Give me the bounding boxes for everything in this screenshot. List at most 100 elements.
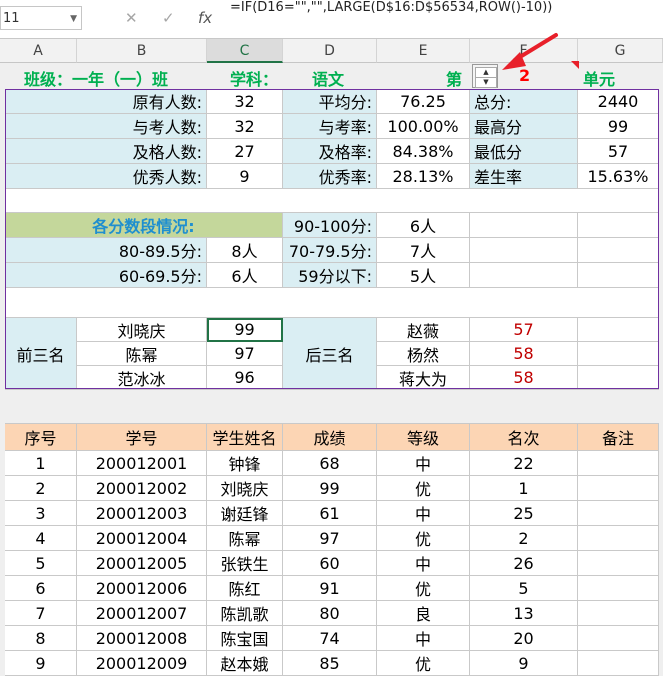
column-header-g[interactable]: G (578, 39, 663, 63)
table-cell-remark[interactable] (578, 576, 659, 601)
table-cell-remark[interactable] (578, 626, 659, 651)
blank-row[interactable] (5, 189, 659, 213)
table-cell-student-name[interactable]: 陈幂 (207, 526, 283, 551)
table-cell-seq[interactable]: 7 (5, 601, 77, 626)
table-cell-remark[interactable] (578, 526, 659, 551)
top-three-name[interactable]: 陈幂 (77, 342, 207, 366)
table-header-seq[interactable]: 序号 (5, 423, 77, 451)
table-cell-remark[interactable] (578, 651, 659, 676)
cancel-icon[interactable]: ✕ (125, 9, 138, 27)
blank-row[interactable] (5, 288, 659, 318)
top-three-name[interactable]: 范冰冰 (77, 366, 207, 390)
table-cell-grade[interactable]: 优 (377, 576, 470, 601)
top-three-name[interactable]: 刘晓庆 (77, 318, 207, 342)
table-cell-score[interactable]: 68 (283, 451, 377, 476)
bottom-three-score[interactable]: 58 (470, 366, 578, 390)
summary-value[interactable]: 32 (207, 114, 283, 139)
summary-value[interactable]: 100.00% (377, 114, 470, 139)
table-cell-student-name[interactable]: 张铁生 (207, 551, 283, 576)
table-header-student-id[interactable]: 学号 (77, 423, 207, 451)
table-cell-student-name[interactable]: 刘晓庆 (207, 476, 283, 501)
summary-value[interactable]: 2440 (578, 89, 659, 114)
table-cell-grade[interactable]: 中 (377, 451, 470, 476)
function-icon[interactable]: fx (198, 9, 212, 27)
top-three-score[interactable]: 97 (207, 342, 283, 366)
summary-value[interactable]: 76.25 (377, 89, 470, 114)
empty-cell[interactable] (578, 263, 659, 288)
bottom-three-name[interactable]: 蒋大为 (377, 366, 470, 390)
table-cell-remark[interactable] (578, 451, 659, 476)
table-cell-student-name[interactable]: 陈红 (207, 576, 283, 601)
table-cell-student-id[interactable]: 200012008 (77, 626, 207, 651)
table-header-rank[interactable]: 名次 (470, 423, 578, 451)
table-cell-seq[interactable]: 4 (5, 526, 77, 551)
table-cell-student-id[interactable]: 200012004 (77, 526, 207, 551)
table-cell-grade[interactable]: 良 (377, 601, 470, 626)
table-cell-rank[interactable]: 13 (470, 601, 578, 626)
table-cell-score[interactable]: 60 (283, 551, 377, 576)
table-cell-student-name[interactable]: 陈宝国 (207, 626, 283, 651)
segment-value[interactable]: 5人 (377, 263, 470, 288)
summary-value[interactable]: 27 (207, 139, 283, 164)
table-cell-seq[interactable]: 8 (5, 626, 77, 651)
summary-value[interactable]: 57 (578, 139, 659, 164)
table-cell-score[interactable]: 99 (283, 476, 377, 501)
empty-cell[interactable] (578, 366, 659, 390)
table-header-remark[interactable]: 备注 (578, 423, 659, 451)
table-cell-student-name[interactable]: 谢廷锋 (207, 501, 283, 526)
table-cell-rank[interactable]: 22 (470, 451, 578, 476)
table-cell-rank[interactable]: 9 (470, 651, 578, 676)
table-header-score[interactable]: 成绩 (283, 423, 377, 451)
table-cell-score[interactable]: 91 (283, 576, 377, 601)
top-three-score[interactable]: 99 (207, 318, 283, 342)
spin-down-icon[interactable]: ▼ (475, 77, 497, 88)
table-cell-score[interactable]: 85 (283, 651, 377, 676)
table-cell-score[interactable]: 80 (283, 601, 377, 626)
table-header-grade[interactable]: 等级 (377, 423, 470, 451)
column-header-f[interactable]: F (470, 39, 578, 63)
summary-value[interactable]: 99 (578, 114, 659, 139)
table-cell-rank[interactable]: 2 (470, 526, 578, 551)
table-cell-student-id[interactable]: 200012006 (77, 576, 207, 601)
table-cell-rank[interactable]: 26 (470, 551, 578, 576)
table-cell-remark[interactable] (578, 476, 659, 501)
table-cell-student-name[interactable]: 赵本娥 (207, 651, 283, 676)
empty-cell[interactable] (578, 342, 659, 366)
table-cell-student-name[interactable]: 钟锋 (207, 451, 283, 476)
table-cell-grade[interactable]: 中 (377, 551, 470, 576)
bottom-three-score[interactable]: 57 (470, 318, 578, 342)
empty-cell[interactable] (470, 263, 578, 288)
column-header-c[interactable]: C (207, 39, 283, 63)
column-header-a[interactable]: A (0, 39, 77, 63)
chevron-down-icon[interactable]: ▼ (70, 7, 77, 31)
bottom-three-score[interactable]: 58 (470, 342, 578, 366)
empty-cell[interactable] (578, 318, 659, 342)
table-cell-student-id[interactable]: 200012007 (77, 601, 207, 626)
table-cell-student-id[interactable]: 200012002 (77, 476, 207, 501)
summary-value[interactable]: 28.13% (377, 164, 470, 189)
table-cell-grade[interactable]: 优 (377, 651, 470, 676)
table-cell-seq[interactable]: 9 (5, 651, 77, 676)
empty-cell[interactable] (470, 213, 578, 238)
table-cell-student-id[interactable]: 200012001 (77, 451, 207, 476)
summary-value[interactable]: 84.38% (377, 139, 470, 164)
segment-value[interactable]: 8人 (207, 238, 283, 263)
table-cell-seq[interactable]: 3 (5, 501, 77, 526)
table-cell-remark[interactable] (578, 501, 659, 526)
segment-value[interactable]: 7人 (377, 238, 470, 263)
table-cell-remark[interactable] (578, 551, 659, 576)
table-cell-rank[interactable]: 25 (470, 501, 578, 526)
table-cell-seq[interactable]: 6 (5, 576, 77, 601)
table-cell-seq[interactable]: 1 (5, 451, 77, 476)
column-header-e[interactable]: E (377, 39, 470, 63)
table-cell-seq[interactable]: 2 (5, 476, 77, 501)
top-three-score[interactable]: 96 (207, 366, 283, 390)
column-header-d[interactable]: D (283, 39, 377, 63)
table-cell-grade[interactable]: 优 (377, 476, 470, 501)
table-cell-student-id[interactable]: 200012003 (77, 501, 207, 526)
table-cell-rank[interactable]: 20 (470, 626, 578, 651)
name-box[interactable]: 11 ▼ (0, 6, 82, 30)
table-cell-score[interactable]: 74 (283, 626, 377, 651)
table-cell-grade[interactable]: 中 (377, 626, 470, 651)
table-cell-score[interactable]: 97 (283, 526, 377, 551)
